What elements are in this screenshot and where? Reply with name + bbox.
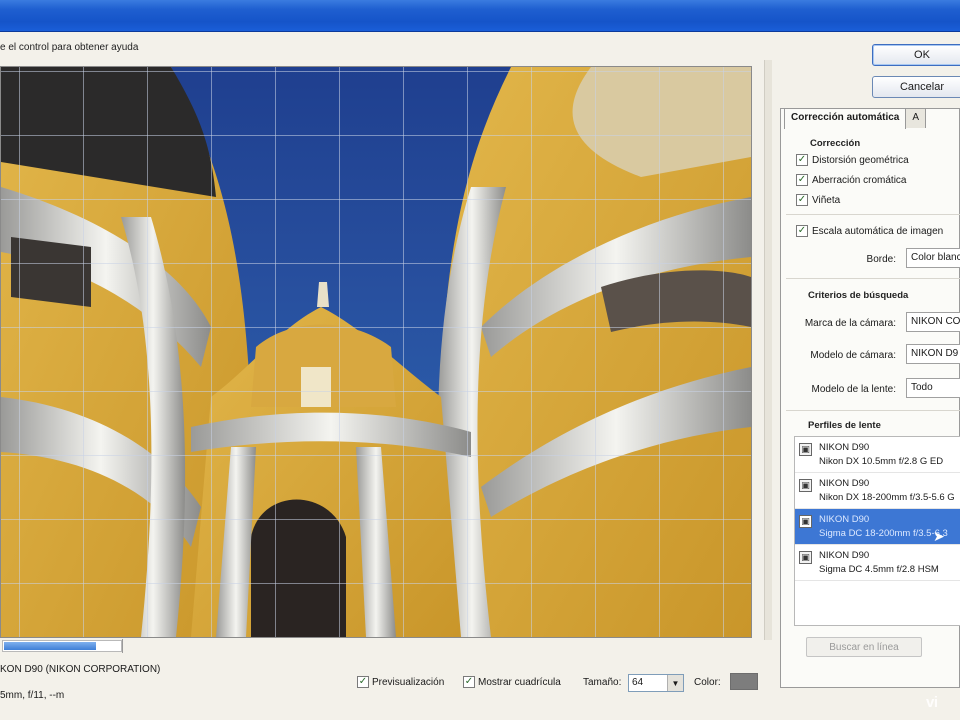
tab-auto-correction[interactable]: Corrección automática [784, 108, 907, 129]
show-grid-label: Mostrar cuadrícula [478, 676, 561, 688]
camera-icon: ▣ [799, 515, 812, 528]
preview-label: Previsualización [372, 676, 445, 688]
vignette-checkbox[interactable]: ✓ [796, 194, 808, 206]
profile-camera: NIKON D90 [819, 550, 870, 561]
chevron-down-icon[interactable]: ▼ [667, 675, 683, 691]
tab-custom[interactable]: A [905, 108, 927, 128]
grid-color-swatch[interactable] [730, 673, 758, 690]
vignette-option[interactable]: ✓ Viñeta [796, 194, 840, 206]
search-online-button[interactable]: Buscar en línea [806, 637, 922, 657]
panel-tabs: Corrección automática A [784, 108, 927, 129]
border-label: Borde: [866, 254, 896, 265]
preview-checkbox-row[interactable]: ✓ Previsualización [357, 676, 444, 688]
image-preview-frame [0, 66, 752, 638]
preview-image [1, 67, 751, 637]
profile-camera: NIKON D90 [819, 442, 870, 453]
grid-size-select[interactable]: 64 ▼ [628, 674, 684, 692]
camera-make-label: Marca de la cámara: [804, 318, 896, 329]
camera-model-label: Modelo de cámara: [810, 350, 896, 361]
status-divider [122, 639, 123, 653]
progress-bar [2, 640, 122, 652]
lens-model-label: Modelo de la lente: [811, 384, 896, 395]
camera-make-select[interactable]: NIKON CO [906, 312, 960, 332]
search-criteria-title: Criterios de búsqueda [808, 290, 909, 301]
chromatic-aberration-checkbox[interactable]: ✓ [796, 174, 808, 186]
image-preview[interactable] [1, 67, 751, 637]
correction-section-title: Corrección [810, 138, 861, 149]
lens-profiles-title: Perfiles de lente [808, 420, 881, 431]
profile-camera: NIKON D90 [819, 514, 870, 525]
camera-icon: ▣ [799, 479, 812, 492]
mouse-cursor-icon: ➤ [933, 528, 945, 544]
chromatic-aberration-option[interactable]: ✓ Aberración cromática [796, 174, 906, 186]
geometric-distortion-option[interactable]: ✓ Distorsión geométrica [796, 154, 909, 166]
lens-profile-item[interactable]: ▣ NIKON D90 Nikon DX 10.5mm f/2.8 G ED [795, 437, 960, 473]
profile-lens: Nikon DX 10.5mm f/2.8 G ED [819, 456, 944, 467]
preview-vertical-scrollbar[interactable] [764, 60, 772, 640]
preview-checkbox[interactable]: ✓ [357, 676, 369, 688]
separator [786, 410, 960, 411]
lens-profile-item[interactable]: ▣ NIKON D90 Sigma DC 4.5mm f/2.8 HSM [795, 545, 960, 581]
help-hint: e el control para obtener ayuda [0, 42, 139, 53]
ok-button[interactable]: OK [872, 44, 960, 66]
lens-settings-info: 5mm, f/11, --m [0, 690, 65, 701]
profile-lens: Nikon DX 18-200mm f/3.5-5.6 G [819, 492, 955, 503]
progress-bar-fill [4, 642, 97, 650]
auto-scale-checkbox[interactable]: ✓ [796, 225, 808, 237]
separator [786, 278, 960, 279]
lens-model-select[interactable]: Todo [906, 378, 960, 398]
lens-profile-item[interactable]: ▣ NIKON D90 Nikon DX 18-200mm f/3.5-5.6 … [795, 473, 960, 509]
geometric-distortion-checkbox[interactable]: ✓ [796, 154, 808, 166]
window-titlebar [0, 0, 960, 32]
auto-scale-option[interactable]: ✓ Escala automática de imagen [796, 225, 943, 237]
grid-size-label: Tamaño: [583, 677, 622, 688]
separator [786, 214, 960, 215]
profile-lens: Sigma DC 4.5mm f/2.8 HSM [819, 564, 939, 575]
profile-camera: NIKON D90 [819, 478, 870, 489]
geometric-distortion-label: Distorsión geométrica [812, 154, 909, 166]
camera-icon: ▣ [799, 443, 812, 456]
watermark-text: vi [926, 694, 938, 711]
show-grid-checkbox[interactable]: ✓ [463, 676, 475, 688]
grid-size-value: 64 [632, 677, 644, 688]
cancel-button[interactable]: Cancelar [872, 76, 960, 98]
auto-scale-label: Escala automática de imagen [812, 225, 944, 237]
camera-info: KON D90 (NIKON CORPORATION) [0, 664, 161, 675]
vignette-label: Viñeta [812, 194, 841, 206]
show-grid-checkbox-row[interactable]: ✓ Mostrar cuadrícula [463, 676, 561, 688]
border-select[interactable]: Color blanc [906, 248, 960, 268]
camera-icon: ▣ [799, 551, 812, 564]
grid-color-label: Color: [694, 677, 721, 688]
chromatic-aberration-label: Aberración cromática [812, 174, 907, 186]
camera-model-select[interactable]: NIKON D9 [906, 344, 960, 364]
